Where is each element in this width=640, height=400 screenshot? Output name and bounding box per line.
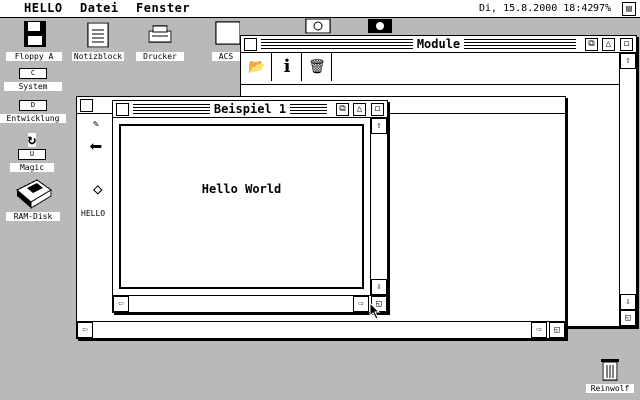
pin-icon[interactable]: ✎ <box>93 119 99 130</box>
icon-label: Floppy A <box>6 52 62 61</box>
desktop-icon-partial-2[interactable] <box>366 18 394 34</box>
window-beispiel[interactable]: Beispiel 1 ⧉ △ ◻ Hello World ⇧ ⇩ ⇦ ⇨ ◱ <box>112 100 388 313</box>
hello-world-text: Hello World <box>201 182 282 196</box>
desktop-icon-magic[interactable]: ↻ U Magic <box>10 133 54 172</box>
icon-label: Notizblock <box>72 52 124 61</box>
fullscreen-icon[interactable]: ◻ <box>620 38 633 51</box>
scroll-down-icon[interactable]: ⇩ <box>620 294 636 310</box>
app-icon <box>305 18 331 34</box>
desktop-icon-partial-1[interactable] <box>304 18 332 34</box>
resize-icon[interactable]: ◱ <box>620 310 636 326</box>
menu-app-hello[interactable]: HELLO <box>24 1 63 15</box>
ram-chip-icon <box>16 179 52 209</box>
clock: Di, 15.8.2000 18:42 <box>479 3 594 14</box>
drive-icon: C <box>19 68 47 79</box>
scroll-left-icon[interactable]: ⇦ <box>77 322 93 338</box>
beispiel-horizontal-scrollbar[interactable]: ⇦ ⇨ ◱ <box>113 295 387 312</box>
scroll-down-icon[interactable]: ⇩ <box>371 279 387 295</box>
scroll-up-icon[interactable]: ⇧ <box>371 118 387 134</box>
fullscreen-icon[interactable]: ◻ <box>371 103 384 116</box>
desktop-icon-ramdisk[interactable]: RAM-Disk <box>6 176 60 221</box>
iconify-icon[interactable]: ⧉ <box>336 103 349 116</box>
trash-can-icon[interactable]: 🗑 <box>303 53 332 81</box>
icon-label: Drucker <box>136 52 184 61</box>
desktop-icon-drive-c[interactable]: C System <box>4 68 62 91</box>
floppy-icon <box>24 21 46 47</box>
icon-label: Magic <box>10 163 54 172</box>
window-titlebar[interactable]: Module ⧉ △ ◻ <box>241 36 636 53</box>
icon-label: System <box>4 82 62 91</box>
desktop-icon-drive-d[interactable]: D Entwicklung <box>0 100 66 123</box>
icon-label: Entwicklung <box>0 114 66 123</box>
resize-icon[interactable]: ◱ <box>549 322 565 338</box>
open-folder-icon[interactable]: 📂 <box>243 53 272 81</box>
info-icon[interactable]: i <box>273 53 302 81</box>
window-titlebar[interactable]: Beispiel 1 ⧉ △ ◻ <box>113 101 387 118</box>
refresh-icon: ↻ <box>27 132 37 148</box>
desktop-icon-trash[interactable]: Reinwolf <box>586 356 634 393</box>
icon-label: ACS <box>212 52 240 61</box>
desktop-icon-printer[interactable]: Drucker <box>136 20 184 61</box>
backdrop-icon[interactable]: △ <box>602 38 615 51</box>
menu-datei[interactable]: Datei <box>80 1 119 15</box>
scroll-right-icon[interactable]: ⇨ <box>531 322 547 338</box>
item-label[interactable]: HELLO <box>81 209 106 218</box>
menubar-switch-icon[interactable]: ▤ <box>622 2 636 16</box>
backdrop-icon[interactable]: △ <box>353 103 366 116</box>
desktop-icon-acs[interactable]: ACS <box>212 20 241 61</box>
menu-bar: HELLO Datei Fenster Di, 15.8.2000 18:42 … <box>0 0 640 18</box>
content-frame: Hello World <box>119 124 364 289</box>
beispiel-vertical-scrollbar[interactable]: ⇧ ⇩ <box>370 118 387 295</box>
window-content: Hello World <box>113 118 370 295</box>
window-title: Module <box>241 37 636 51</box>
diamond-icon: ◇ <box>93 179 103 198</box>
behind-horizontal-scrollbar[interactable]: ⇦ ⇨ ◱ <box>77 321 565 338</box>
scroll-left-icon[interactable]: ⇦ <box>113 296 129 312</box>
module-toolbar: 📂 i 🗑 <box>241 53 619 85</box>
desktop-icon-floppy[interactable]: Floppy A <box>6 20 62 61</box>
desktop-icon-notepad[interactable]: Notizblock <box>72 20 124 61</box>
printer-icon <box>148 25 172 43</box>
module-vertical-scrollbar[interactable]: ⇧ ⇩ ◱ <box>619 53 636 326</box>
scroll-up-icon[interactable]: ⇧ <box>620 53 636 69</box>
icon-label: Reinwolf <box>586 384 634 393</box>
drive-icon: D <box>19 100 47 111</box>
scroll-right-icon[interactable]: ⇨ <box>353 296 369 312</box>
acs-icon <box>215 21 241 45</box>
icon-label: RAM-Disk <box>6 212 60 221</box>
app-icon <box>368 19 392 33</box>
close-box-icon[interactable] <box>80 99 93 112</box>
back-arrow-icon: ⬅ <box>89 135 103 160</box>
mouse-pointer-icon <box>369 302 381 320</box>
memory-indicator: 97% <box>593 3 612 14</box>
trash-icon <box>601 359 619 381</box>
menu-fenster[interactable]: Fenster <box>136 1 190 15</box>
drive-icon: U <box>18 149 46 160</box>
iconify-icon[interactable]: ⧉ <box>585 38 598 51</box>
notepad-icon <box>87 22 109 48</box>
